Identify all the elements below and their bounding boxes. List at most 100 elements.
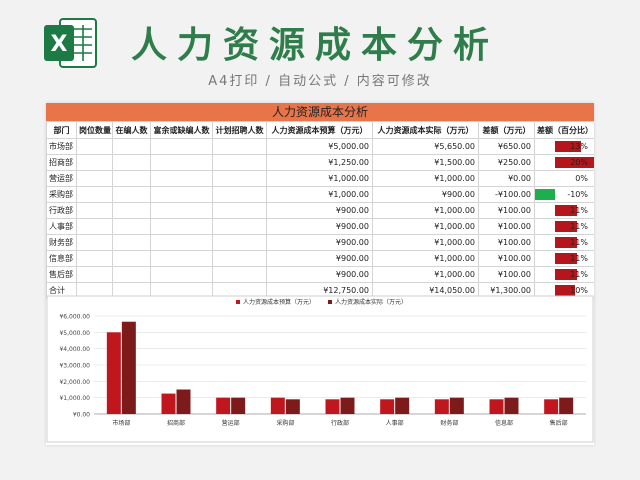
column-header[interactable]: 在编人数 bbox=[112, 121, 151, 139]
empty-cell[interactable] bbox=[112, 138, 151, 155]
empty-cell[interactable] bbox=[76, 266, 113, 283]
empty-cell[interactable] bbox=[112, 186, 151, 203]
empty-cell[interactable] bbox=[76, 154, 113, 171]
table-row: 采购部 ¥1,000.00 ¥900.00 -¥100.00 -10% bbox=[46, 186, 594, 203]
empty-cell[interactable] bbox=[150, 154, 213, 171]
empty-cell[interactable] bbox=[112, 266, 151, 283]
empty-cell[interactable] bbox=[150, 202, 213, 219]
empty-cell[interactable] bbox=[76, 138, 113, 155]
empty-cell[interactable] bbox=[76, 202, 113, 219]
budget-cell[interactable]: ¥900.00 bbox=[266, 218, 373, 235]
pct-cell[interactable]: 11% bbox=[534, 266, 594, 283]
pct-cell[interactable]: 20% bbox=[534, 154, 594, 171]
empty-cell[interactable] bbox=[150, 266, 213, 283]
pct-cell[interactable]: 11% bbox=[534, 202, 594, 219]
empty-cell[interactable] bbox=[76, 186, 113, 203]
empty-cell[interactable] bbox=[150, 186, 213, 203]
empty-cell[interactable] bbox=[212, 218, 267, 235]
budget-cell[interactable]: ¥900.00 bbox=[266, 202, 373, 219]
column-header[interactable]: 差额（万元） bbox=[478, 121, 535, 139]
pct-cell[interactable]: 0% bbox=[534, 170, 594, 187]
budget-cell[interactable]: ¥5,000.00 bbox=[266, 138, 373, 155]
column-header[interactable]: 计划招聘人数 bbox=[212, 121, 267, 139]
actual-cell[interactable]: ¥1,000.00 bbox=[372, 202, 479, 219]
actual-cell[interactable]: ¥1,500.00 bbox=[372, 154, 479, 171]
pct-value: 11% bbox=[570, 222, 588, 231]
empty-cell[interactable] bbox=[112, 170, 151, 187]
hero-header: X 人力资源成本分析 A4打印 / 自动公式 / 内容可修改 bbox=[0, 0, 640, 100]
pct-cell[interactable]: 11% bbox=[534, 250, 594, 267]
budget-cell[interactable]: ¥900.00 bbox=[266, 266, 373, 283]
empty-cell[interactable] bbox=[212, 234, 267, 251]
actual-cell[interactable]: ¥1,000.00 bbox=[372, 250, 479, 267]
x-tick-label: 行政部 bbox=[331, 419, 349, 427]
table-row: 售后部 ¥900.00 ¥1,000.00 ¥100.00 11% bbox=[46, 266, 594, 283]
legend-label: 人力资源成本实际（万元） bbox=[335, 298, 407, 306]
column-header[interactable]: 人力资源成本实际（万元） bbox=[372, 121, 479, 139]
actual-cell[interactable]: ¥1,000.00 bbox=[372, 266, 479, 283]
diff-cell[interactable]: ¥650.00 bbox=[478, 138, 535, 155]
empty-cell[interactable] bbox=[212, 202, 267, 219]
diff-cell[interactable]: -¥100.00 bbox=[478, 186, 535, 203]
empty-cell[interactable] bbox=[150, 234, 213, 251]
budget-cell[interactable]: ¥1,000.00 bbox=[266, 170, 373, 187]
dept-cell[interactable]: 信息部 bbox=[46, 250, 77, 267]
column-header[interactable]: 人力资源成本预算（万元） bbox=[266, 121, 373, 139]
x-tick-label: 采购部 bbox=[276, 419, 294, 427]
dept-cell[interactable]: 招商部 bbox=[46, 154, 77, 171]
table-row: 招商部 ¥1,250.00 ¥1,500.00 ¥250.00 20% bbox=[46, 154, 594, 171]
diff-cell[interactable]: ¥100.00 bbox=[478, 266, 535, 283]
pct-cell[interactable]: 11% bbox=[534, 218, 594, 235]
empty-cell[interactable] bbox=[112, 250, 151, 267]
empty-cell[interactable] bbox=[112, 218, 151, 235]
actual-cell[interactable]: ¥900.00 bbox=[372, 186, 479, 203]
empty-cell[interactable] bbox=[212, 266, 267, 283]
empty-cell[interactable] bbox=[212, 154, 267, 171]
pct-cell[interactable]: -10% bbox=[534, 186, 594, 203]
dept-cell[interactable]: 人事部 bbox=[46, 218, 77, 235]
pct-cell[interactable]: 11% bbox=[534, 234, 594, 251]
actual-cell[interactable]: ¥5,650.00 bbox=[372, 138, 479, 155]
empty-cell[interactable] bbox=[112, 234, 151, 251]
column-header[interactable]: 岗位数量 bbox=[76, 121, 113, 139]
diff-cell[interactable]: ¥100.00 bbox=[478, 250, 535, 267]
dept-cell[interactable]: 采购部 bbox=[46, 186, 77, 203]
diff-cell[interactable]: ¥250.00 bbox=[478, 154, 535, 171]
empty-cell[interactable] bbox=[76, 250, 113, 267]
actual-cell[interactable]: ¥1,000.00 bbox=[372, 170, 479, 187]
empty-cell[interactable] bbox=[212, 250, 267, 267]
empty-cell[interactable] bbox=[112, 202, 151, 219]
empty-cell[interactable] bbox=[150, 250, 213, 267]
empty-cell[interactable] bbox=[212, 138, 267, 155]
actual-cell[interactable]: ¥1,000.00 bbox=[372, 218, 479, 235]
empty-cell[interactable] bbox=[212, 170, 267, 187]
empty-cell[interactable] bbox=[150, 170, 213, 187]
empty-cell[interactable] bbox=[112, 154, 151, 171]
dept-cell[interactable]: 售后部 bbox=[46, 266, 77, 283]
diff-cell[interactable]: ¥100.00 bbox=[478, 218, 535, 235]
sheet-banner: 人力资源成本分析 bbox=[46, 103, 594, 121]
dept-cell[interactable]: 市场部 bbox=[46, 138, 77, 155]
empty-cell[interactable] bbox=[76, 234, 113, 251]
pct-cell[interactable]: 13% bbox=[534, 138, 594, 155]
dept-cell[interactable]: 财务部 bbox=[46, 234, 77, 251]
empty-cell[interactable] bbox=[212, 186, 267, 203]
budget-cell[interactable]: ¥1,250.00 bbox=[266, 154, 373, 171]
empty-cell[interactable] bbox=[76, 218, 113, 235]
x-tick-label: 人事部 bbox=[386, 419, 404, 427]
empty-cell[interactable] bbox=[150, 138, 213, 155]
dept-cell[interactable]: 营运部 bbox=[46, 170, 77, 187]
budget-cell[interactable]: ¥900.00 bbox=[266, 234, 373, 251]
diff-cell[interactable]: ¥100.00 bbox=[478, 234, 535, 251]
dept-cell[interactable]: 行政部 bbox=[46, 202, 77, 219]
empty-cell[interactable] bbox=[150, 218, 213, 235]
column-header[interactable]: 差额（百分比） bbox=[534, 121, 594, 139]
actual-cell[interactable]: ¥1,000.00 bbox=[372, 234, 479, 251]
diff-cell[interactable]: ¥0.00 bbox=[478, 170, 535, 187]
budget-cell[interactable]: ¥900.00 bbox=[266, 250, 373, 267]
column-header[interactable]: 富余或缺编人数 bbox=[150, 121, 213, 139]
column-header[interactable]: 部门 bbox=[46, 121, 77, 139]
empty-cell[interactable] bbox=[76, 170, 113, 187]
diff-cell[interactable]: ¥100.00 bbox=[478, 202, 535, 219]
budget-cell[interactable]: ¥1,000.00 bbox=[266, 186, 373, 203]
